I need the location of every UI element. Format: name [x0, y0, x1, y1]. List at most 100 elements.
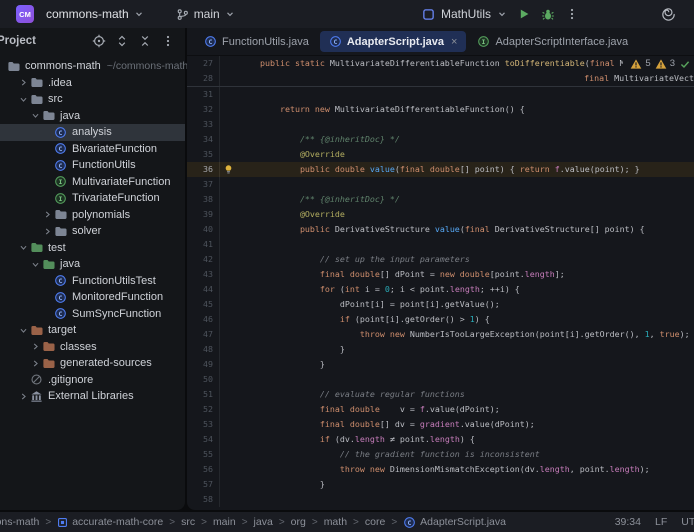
breadcrumb-item[interactable]: core: [365, 516, 385, 528]
tree-item[interactable]: I TrivariateFunction: [0, 190, 185, 207]
line-number[interactable]: 51: [187, 387, 219, 402]
line-number[interactable]: 53: [187, 417, 219, 432]
line-number[interactable]: 43: [187, 267, 219, 282]
line-number[interactable]: 39: [187, 207, 219, 222]
chevron-down-icon[interactable]: [18, 95, 29, 104]
code-line[interactable]: 36 public double value(final double[] po…: [187, 162, 694, 177]
code-area[interactable]: 27 public static MultivariateDifferentia…: [187, 56, 694, 510]
encoding-indicator[interactable]: UTF-8: [681, 516, 694, 528]
chevron-right-icon[interactable]: [30, 342, 41, 351]
code-line[interactable]: 31: [187, 87, 694, 102]
breadcrumb-item[interactable]: C AdapterScript.java: [403, 516, 506, 529]
intention-bulb-icon[interactable]: [219, 162, 236, 177]
line-number[interactable]: 33: [187, 117, 219, 132]
tree-item[interactable]: java: [0, 256, 185, 273]
code-line[interactable]: 37: [187, 177, 694, 192]
line-number[interactable]: 58: [187, 492, 219, 507]
code-line[interactable]: 58: [187, 492, 694, 507]
tab-adapterscriptinterface-java[interactable]: I AdapterScriptInterface.java: [468, 31, 637, 52]
tree-item[interactable]: commons-math ~/commons-math: [0, 58, 188, 75]
chevron-down-icon[interactable]: [18, 243, 29, 252]
line-number[interactable]: 45: [187, 297, 219, 312]
code-line[interactable]: 44 for (int i = 0; i < point.length; ++i…: [187, 282, 694, 297]
tree-item[interactable]: target: [0, 322, 185, 339]
line-number[interactable]: 48: [187, 342, 219, 357]
code-line[interactable]: 27 public static MultivariateDifferentia…: [187, 56, 694, 71]
breadcrumb-item[interactable]: main: [213, 516, 236, 528]
code-line[interactable]: 40 public DerivativeStructure value(fina…: [187, 222, 694, 237]
line-number[interactable]: 32: [187, 102, 219, 117]
breadcrumb-item[interactable]: math: [324, 516, 347, 528]
tree-item[interactable]: test: [0, 240, 185, 257]
code-line[interactable]: 48 }: [187, 342, 694, 357]
line-number[interactable]: 55: [187, 447, 219, 462]
tree-item[interactable]: src: [0, 91, 185, 108]
tree-item[interactable]: C MonitoredFunction: [0, 289, 185, 306]
line-number[interactable]: 35: [187, 147, 219, 162]
breadcrumb-item[interactable]: accurate-math-core: [57, 516, 163, 528]
line-number[interactable]: 52: [187, 402, 219, 417]
code-line[interactable]: 38 /** {@inheritDoc} */: [187, 192, 694, 207]
line-number[interactable]: 37: [187, 177, 219, 192]
code-line[interactable]: 56 throw new DimensionMismatchException(…: [187, 462, 694, 477]
code-line[interactable]: 35 @Override: [187, 147, 694, 162]
line-number[interactable]: 36: [187, 162, 219, 177]
more-options-button[interactable]: [565, 7, 579, 21]
code-line[interactable]: 43 final double[] dPoint = new double[po…: [187, 267, 694, 282]
line-number[interactable]: 47: [187, 327, 219, 342]
line-ending-indicator[interactable]: LF: [655, 516, 667, 528]
line-number[interactable]: 54: [187, 432, 219, 447]
code-line[interactable]: 41: [187, 237, 694, 252]
panel-options-kebab-icon[interactable]: [161, 34, 175, 48]
tree-item[interactable]: .idea: [0, 75, 185, 92]
breadcrumb-item[interactable]: src: [181, 516, 195, 528]
tree-item[interactable]: External Libraries: [0, 388, 185, 405]
line-number[interactable]: 50: [187, 372, 219, 387]
tree-item[interactable]: solver: [0, 223, 185, 240]
tree-item[interactable]: generated-sources: [0, 355, 185, 372]
close-icon[interactable]: ×: [451, 36, 457, 48]
line-number[interactable]: 46: [187, 312, 219, 327]
tab-adapterscript-java[interactable]: C AdapterScript.java ×: [319, 31, 467, 52]
tree-item[interactable]: java: [0, 108, 185, 125]
chevron-right-icon[interactable]: [42, 227, 53, 236]
tree-item[interactable]: Canalysis: [0, 124, 185, 141]
code-line[interactable]: 55 // the gradient function is inconsist…: [187, 447, 694, 462]
debug-button[interactable]: [541, 7, 555, 21]
collapse-all-icon[interactable]: [138, 34, 152, 48]
line-number[interactable]: 27: [187, 56, 219, 71]
tree-item[interactable]: classes: [0, 339, 185, 356]
tree-item[interactable]: C FunctionUtils: [0, 157, 185, 174]
tree-item[interactable]: C SumSyncFunction: [0, 306, 185, 323]
line-number[interactable]: 40: [187, 222, 219, 237]
search-everywhere-swirl-icon[interactable]: [661, 7, 676, 22]
tree-item[interactable]: .gitignore: [0, 372, 185, 389]
line-number[interactable]: 28: [187, 71, 219, 86]
tree-item[interactable]: C FunctionUtilsTest: [0, 273, 185, 290]
run-configuration-selector[interactable]: MathUtils: [422, 7, 507, 21]
expand-all-icon[interactable]: [115, 34, 129, 48]
caret-position[interactable]: 39:34: [615, 516, 641, 528]
line-number[interactable]: 57: [187, 477, 219, 492]
code-line[interactable]: 53 final double[] dv = gradient.value(dP…: [187, 417, 694, 432]
tab-functionutils-java[interactable]: C FunctionUtils.java: [195, 31, 318, 52]
chevron-down-icon[interactable]: [18, 326, 29, 335]
line-number[interactable]: 44: [187, 282, 219, 297]
breadcrumb-item[interactable]: java: [254, 516, 273, 528]
line-number[interactable]: 38: [187, 192, 219, 207]
code-line[interactable]: 28 final MultivariateVect: [187, 71, 694, 86]
code-line[interactable]: 33: [187, 117, 694, 132]
project-widget[interactable]: commons-math: [40, 4, 150, 24]
line-number[interactable]: 49: [187, 357, 219, 372]
code-line[interactable]: 32 return new MultivariateDifferentiable…: [187, 102, 694, 117]
code-line[interactable]: 42 // set up the input parameters: [187, 252, 694, 267]
code-line[interactable]: 54 if (dv.length ≠ point.length) {: [187, 432, 694, 447]
code-line[interactable]: 51 // evaluate regular functions: [187, 387, 694, 402]
run-button[interactable]: [517, 7, 531, 21]
code-line[interactable]: 39 @Override: [187, 207, 694, 222]
breadcrumb-item[interactable]: commons-math: [0, 516, 39, 528]
code-line[interactable]: 57 }: [187, 477, 694, 492]
code-line[interactable]: 49 }: [187, 357, 694, 372]
chevron-right-icon[interactable]: [30, 359, 41, 368]
line-number[interactable]: 42: [187, 252, 219, 267]
